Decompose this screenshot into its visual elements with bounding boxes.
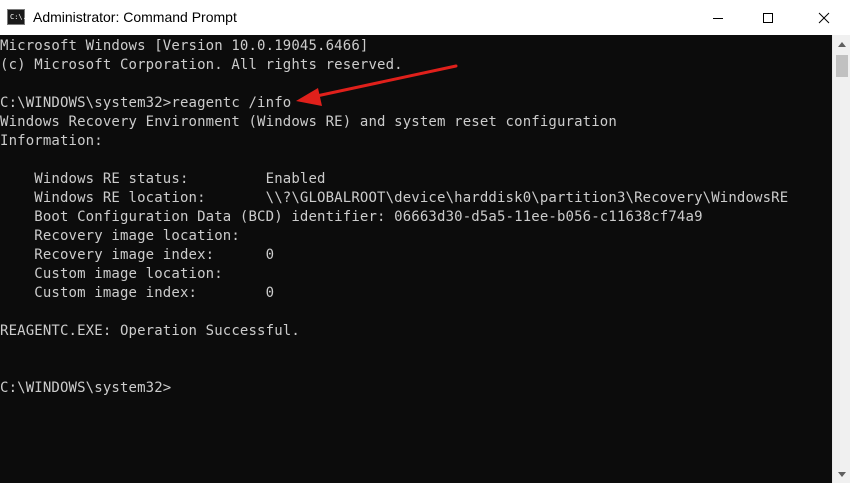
command-prompt-icon: C:\. bbox=[7, 9, 27, 25]
scroll-thumb[interactable] bbox=[836, 55, 848, 77]
minimize-icon bbox=[713, 17, 723, 19]
console-output[interactable]: Microsoft Windows [Version 10.0.19045.64… bbox=[0, 35, 832, 483]
scroll-down-arrow-icon bbox=[838, 471, 846, 477]
scroll-up-arrow-icon bbox=[838, 41, 846, 47]
window-title: Administrator: Command Prompt bbox=[33, 9, 237, 25]
console-line: Windows RE status: Enabled bbox=[0, 171, 326, 187]
console-line: (c) Microsoft Corporation. All rights re… bbox=[0, 57, 403, 73]
console-line: Windows RE location: \\?\GLOBALROOT\devi… bbox=[0, 190, 789, 206]
console-line: Recovery image location: bbox=[0, 228, 240, 244]
console-line: C:\WINDOWS\system32> bbox=[0, 380, 172, 396]
minimize-button[interactable] bbox=[695, 0, 741, 35]
close-icon bbox=[818, 12, 830, 23]
console-line: Boot Configuration Data (BCD) identifier… bbox=[0, 209, 703, 225]
command-prompt-icon-glyph: C:\. bbox=[10, 13, 27, 21]
console-line: REAGENTC.EXE: Operation Successful. bbox=[0, 323, 300, 339]
close-button[interactable] bbox=[801, 0, 847, 35]
console-line: Information: bbox=[0, 133, 103, 149]
console-line: C:\WINDOWS\system32>reagentc /info bbox=[0, 95, 292, 111]
scroll-down-button[interactable] bbox=[833, 465, 850, 483]
console-line: Custom image location: bbox=[0, 266, 223, 282]
console-line: Windows Recovery Environment (Windows RE… bbox=[0, 114, 617, 130]
title-bar[interactable]: C:\. Administrator: Command Prompt bbox=[0, 0, 850, 35]
console-line: Recovery image index: 0 bbox=[0, 247, 275, 263]
scroll-up-button[interactable] bbox=[833, 35, 850, 53]
maximize-icon bbox=[763, 12, 773, 23]
vertical-scrollbar[interactable] bbox=[832, 35, 850, 483]
console-line: Microsoft Windows [Version 10.0.19045.64… bbox=[0, 38, 369, 54]
console-line: Custom image index: 0 bbox=[0, 285, 275, 301]
maximize-button[interactable] bbox=[745, 0, 791, 35]
